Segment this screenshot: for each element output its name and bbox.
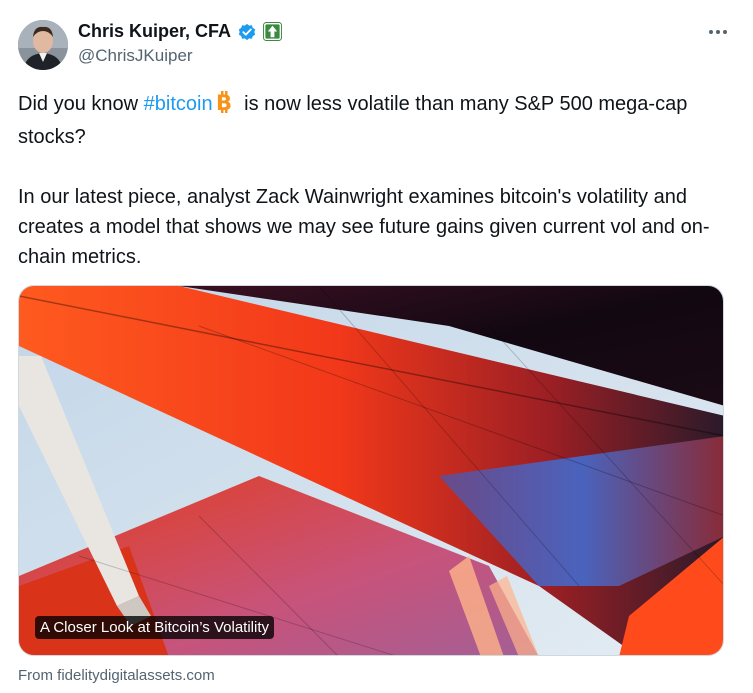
card-image [19, 286, 723, 655]
author-display-name[interactable]: Chris Kuiper, CFA [78, 21, 231, 42]
author-avatar[interactable] [18, 20, 68, 70]
card-title: A Closer Look at Bitcoin’s Volatility [35, 616, 275, 639]
svg-text:B: B [216, 91, 232, 113]
tweet-paragraph-1: Did you know #bitcoin B is now less volat… [18, 89, 733, 152]
card-source-link[interactable]: From fidelitydigitalassets.com [18, 667, 215, 684]
tweet-text: Did you know #bitcoin B is now less volat… [18, 89, 733, 272]
verified-check-icon[interactable] [237, 22, 257, 42]
tweet-text-intro: Did you know [18, 93, 144, 115]
bitcoin-emoji-icon: B [215, 91, 235, 122]
hashtag-bitcoin-link[interactable]: #bitcoin [144, 93, 213, 115]
fidelity-affiliate-badge-icon[interactable] [263, 22, 283, 41]
author-handle[interactable]: @ChrisJKuiper [78, 46, 193, 66]
tweet: Chris Kuiper, CFA @ChrisJKuiper Did you … [0, 0, 753, 693]
tweet-paragraph-2: In our latest piece, analyst Zack Wainwr… [18, 186, 710, 268]
more-options-button[interactable] [705, 22, 731, 42]
link-card[interactable]: A Closer Look at Bitcoin’s Volatility [18, 285, 724, 656]
author-name-row: Chris Kuiper, CFA [78, 21, 283, 42]
more-dots-icon [709, 30, 727, 34]
